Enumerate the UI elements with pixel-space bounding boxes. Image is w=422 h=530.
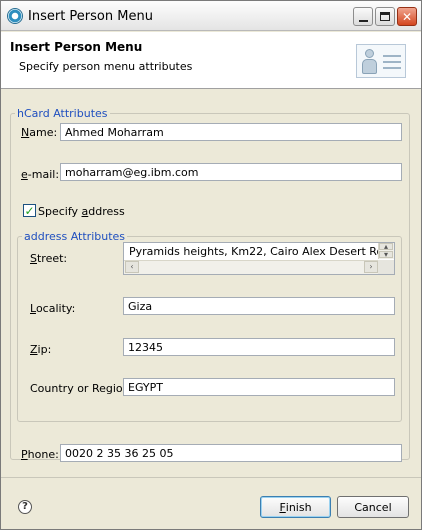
button-bar-separator [1, 477, 421, 478]
maximize-icon [380, 12, 390, 21]
header-title: Insert Person Menu [10, 40, 143, 54]
close-icon: ✕ [401, 9, 413, 24]
street-label: Street: [30, 252, 68, 265]
street-textarea[interactable]: Pyramids heights, Km22, Cairo Alex Deser… [123, 242, 395, 275]
minimize-button[interactable] [353, 7, 373, 26]
finish-button[interactable]: Finish [260, 496, 331, 518]
specify-address-label[interactable]: Specify address [38, 205, 125, 218]
minimize-icon [358, 19, 368, 22]
email-field[interactable] [60, 163, 402, 181]
name-label: Name: [21, 126, 58, 139]
email-label: e-mail: [21, 168, 60, 181]
zip-label: Zip: [30, 343, 52, 356]
phone-label: Phone: [21, 448, 59, 461]
scroll-left-icon[interactable]: ‹ [125, 261, 139, 273]
card-line [383, 55, 401, 57]
scroll-right-icon[interactable]: › [364, 261, 378, 273]
street-horizontal-scrollbar[interactable]: ‹ › [124, 260, 379, 274]
phone-field[interactable] [60, 444, 402, 462]
street-vertical-scrollbar[interactable]: ▴ ▾ [378, 243, 394, 259]
dialog-window: Insert Person Menu ✕ Insert Person Menu … [0, 0, 422, 530]
locality-label: Locality: [30, 302, 76, 315]
card-line [383, 61, 401, 63]
person-body-shape [362, 59, 377, 74]
dialog-content: hCard Attributes Name: e-mail: ✓ Specify… [1, 90, 421, 476]
dialog-header: Insert Person Menu Specify person menu a… [1, 32, 421, 89]
hcard-attributes-legend: hCard Attributes [17, 107, 108, 120]
scroll-up-icon[interactable]: ▴ [379, 243, 393, 251]
name-field[interactable] [60, 123, 402, 141]
person-card-icon [356, 44, 406, 78]
checkmark-icon: ✓ [24, 203, 35, 218]
scroll-corner [378, 260, 394, 274]
address-attributes-legend: address Attributes [24, 230, 126, 243]
title-bar[interactable]: Insert Person Menu ✕ [1, 1, 421, 31]
header-subtitle: Specify person menu attributes [19, 60, 193, 73]
street-value: Pyramids heights, Km22, Cairo Alex Deser… [129, 245, 395, 258]
specify-address-checkbox[interactable]: ✓ [23, 204, 36, 217]
scroll-down-icon[interactable]: ▾ [379, 251, 393, 259]
person-head-shape [365, 49, 374, 58]
help-icon[interactable]: ? [18, 500, 32, 514]
close-button[interactable]: ✕ [397, 7, 417, 26]
country-field[interactable] [123, 378, 395, 396]
zip-field[interactable] [123, 338, 395, 356]
app-icon [7, 8, 23, 24]
cancel-button[interactable]: Cancel [337, 496, 409, 518]
card-line [383, 67, 401, 69]
locality-field[interactable] [123, 297, 395, 315]
maximize-button[interactable] [375, 7, 395, 26]
country-label: Country or Region: [30, 382, 134, 395]
window-title: Insert Person Menu [28, 9, 153, 24]
